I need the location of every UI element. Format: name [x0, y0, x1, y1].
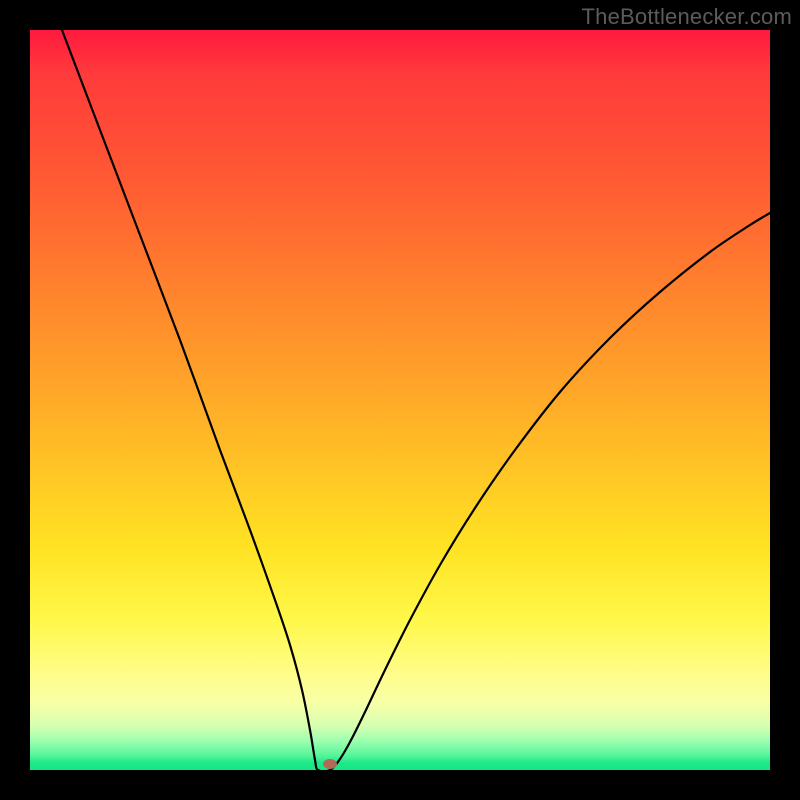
- watermark-text: TheBottlenecker.com: [582, 4, 792, 30]
- curve-layer: [30, 30, 770, 770]
- bottleneck-curve: [62, 30, 770, 770]
- chart-frame: TheBottlenecker.com: [0, 0, 800, 800]
- plot-area: [30, 30, 770, 770]
- optimum-marker: [323, 759, 337, 769]
